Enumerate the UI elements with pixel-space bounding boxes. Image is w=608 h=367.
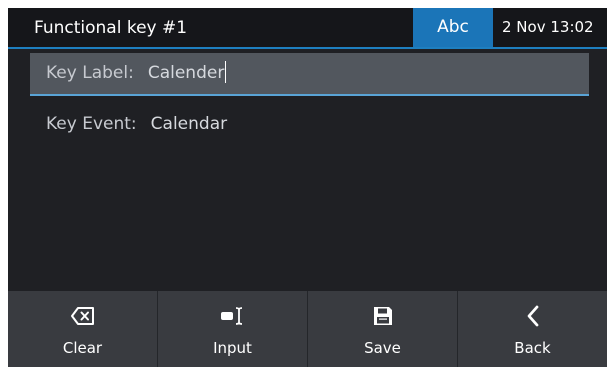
save-icon <box>373 307 392 325</box>
key-label-label: Key Label: <box>46 63 134 83</box>
key-event-field[interactable]: Key Event: Calendar <box>30 103 589 146</box>
title-bar: Functional key #1 Abc 2 Nov 13:02 <box>8 8 607 49</box>
softkey-bar: Clear Input Save Back <box>8 291 607 367</box>
key-label-value: Calender <box>147 63 225 83</box>
key-event-label: Key Event: <box>46 114 137 134</box>
key-label-input[interactable]: Calender <box>147 53 227 94</box>
input-method-icon <box>220 307 242 325</box>
backspace-icon <box>70 307 94 325</box>
clear-button[interactable]: Clear <box>8 291 158 367</box>
back-label: Back <box>514 339 551 357</box>
back-button[interactable]: Back <box>458 291 607 367</box>
clear-label: Clear <box>62 339 103 357</box>
save-button[interactable]: Save <box>308 291 458 367</box>
input-label: Input <box>213 339 252 357</box>
input-button[interactable]: Input <box>158 291 308 367</box>
key-event-value[interactable]: Calendar <box>151 103 227 146</box>
phone-screen: Functional key #1 Abc 2 Nov 13:02 Key La… <box>8 8 607 367</box>
input-mode-badge[interactable]: Abc <box>413 8 493 47</box>
text-cursor <box>225 60 227 83</box>
save-label: Save <box>364 339 401 357</box>
chevron-left-icon <box>527 305 538 327</box>
date-time: 2 Nov 13:02 <box>502 18 594 36</box>
key-label-field[interactable]: Key Label: Calender <box>30 53 589 96</box>
page-title: Functional key #1 <box>34 18 188 38</box>
